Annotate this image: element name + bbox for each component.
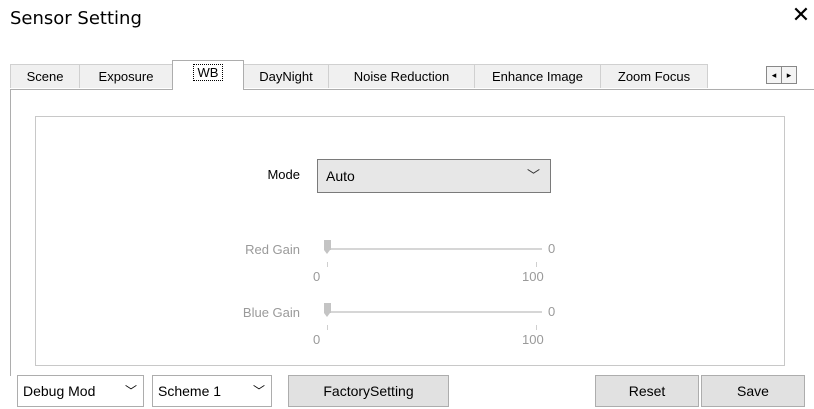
tab-noise-reduction[interactable]: Noise Reduction [328,64,475,88]
tab-enhance-image[interactable]: Enhance Image [474,64,601,88]
red-gain-slider-track[interactable] [327,248,542,250]
tab-exposure[interactable]: Exposure [79,64,173,88]
tab-zoom-focus[interactable]: Zoom Focus [600,64,708,88]
red-gain-min-label: 0 [313,269,321,284]
chevron-down-icon: ﹀ [526,168,540,183]
red-gain-max-label: 100 [522,269,544,284]
chevron-down-icon: ﹀ [252,384,265,398]
red-gain-slider-thumb[interactable] [324,240,331,254]
blue-gain-tick-max [536,325,537,330]
close-icon[interactable]: ✕ [789,2,813,30]
factory-setting-button[interactable]: FactorySetting [288,375,449,407]
mode-value: Auto [326,168,355,184]
tab-scroll-left-icon[interactable]: ◂ [766,66,782,84]
red-gain-tick-min [327,262,328,267]
chevron-down-icon: ﹀ [124,384,137,398]
blue-gain-tick-min [327,325,328,330]
reset-button[interactable]: Reset [595,375,699,407]
tab-scroll-right-icon[interactable]: ▸ [781,66,797,84]
blue-gain-max-label: 100 [522,332,544,347]
mode-label: Mode [267,167,300,182]
blue-gain-slider-thumb[interactable] [324,303,331,317]
blue-gain-min-label: 0 [313,332,321,347]
mode-select[interactable]: Auto ﹀ [317,159,551,193]
blue-gain-value: 0 [548,304,556,319]
wb-settings-group [35,116,785,366]
tab-scene[interactable]: Scene [10,64,80,88]
red-gain-label: Red Gain [245,242,300,257]
tab-daynight[interactable]: DayNight [243,64,329,88]
scheme-select[interactable]: Scheme 1 ﹀ [152,375,272,407]
red-gain-value: 0 [548,241,556,256]
debug-mode-select[interactable]: Debug Mod ﹀ [17,375,144,407]
window-title: Sensor Setting [10,8,142,29]
blue-gain-label: Blue Gain [242,305,300,320]
tab-strip: Scene Exposure WB DayNight Noise Reducti… [10,60,814,90]
save-button[interactable]: Save [701,375,805,407]
red-gain-tick-max [536,262,537,267]
blue-gain-slider-track[interactable] [327,311,542,313]
tab-wb[interactable]: WB [172,60,244,90]
